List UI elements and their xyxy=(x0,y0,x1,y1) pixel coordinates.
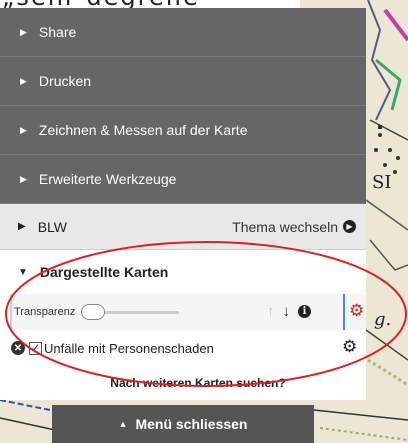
close-menu-label: Menü schliessen xyxy=(135,416,248,432)
menu-item-label: Share xyxy=(38,24,77,40)
displayed-maps-section: ▼ Dargestellte Karten Transparenz ↑ ↓ i … xyxy=(0,250,366,400)
menu-item-label: Erweiterte Werkzeuge xyxy=(38,171,177,187)
circle-arrow-right-icon: ▶ xyxy=(343,220,356,233)
slider-knob[interactable] xyxy=(81,304,106,320)
layer-visibility-checkbox[interactable]: ✓ xyxy=(29,341,42,355)
caret-right-icon: ▶ xyxy=(20,26,27,37)
menu-item-zeichnen-messen[interactable]: ▶ Zeichnen & Messen auf der Karte xyxy=(0,106,366,155)
change-topic-link[interactable]: Thema wechseln ▶ xyxy=(232,219,356,235)
remove-icon[interactable]: ✕ xyxy=(11,341,25,355)
menu-item-label: Zeichnen & Messen auf der Karte xyxy=(38,122,248,138)
caret-right-icon: ▶ xyxy=(20,173,27,184)
caret-up-icon: ▲ xyxy=(118,419,128,429)
topic-row[interactable]: ▶ BLW Thema wechseln ▶ xyxy=(0,204,366,250)
search-more-maps-label: Nach weiteren Karten suchen? xyxy=(110,376,286,390)
arrow-up-icon[interactable]: ↑ xyxy=(267,303,275,320)
gear-icon[interactable]: ⚙ xyxy=(342,338,357,356)
arrow-down-icon[interactable]: ↓ xyxy=(283,303,291,320)
search-more-maps-link[interactable]: Nach weiteren Karten suchen? xyxy=(0,366,366,400)
menu-item-erweiterte-werkzeuge[interactable]: ▶ Erweiterte Werkzeuge xyxy=(0,155,366,204)
caret-right-icon: ▶ xyxy=(20,75,27,86)
close-menu-button[interactable]: ▲ Menü schliessen xyxy=(52,405,314,443)
info-icon[interactable]: i xyxy=(298,305,311,318)
change-topic-label: Thema wechseln xyxy=(232,218,338,235)
menu-item-drucken[interactable]: ▶ Drucken xyxy=(0,57,366,106)
topic-name: BLW xyxy=(37,218,68,235)
top-heading-fragment: „sehr degrelle xyxy=(0,0,300,8)
gear-icon[interactable]: ⚙ xyxy=(349,302,364,320)
map-label-s: SI xyxy=(372,172,392,193)
caret-right-icon: ▶ xyxy=(20,124,27,135)
map-label-g: g. xyxy=(374,309,392,330)
caret-down-icon: ▼ xyxy=(18,266,28,278)
transparency-label: Transparenz xyxy=(14,306,76,318)
transparency-row: Transparenz ↑ ↓ i ⚙ xyxy=(10,294,366,330)
displayed-maps-title: Dargestellte Karten xyxy=(39,264,169,280)
separator-line xyxy=(343,294,345,330)
menu-item-share[interactable]: ▶ Share xyxy=(0,8,366,57)
caret-right-icon: ▶ xyxy=(18,221,26,232)
layer-order-controls: ↑ ↓ i xyxy=(267,303,311,320)
layer-name: Unfälle mit Personenschaden xyxy=(44,340,214,356)
transparency-slider[interactable] xyxy=(81,304,180,320)
menu-item-label: Drucken xyxy=(38,73,92,89)
layer-item: ✕ ✓ Unfälle mit Personenschaden ⚙ xyxy=(0,330,366,366)
displayed-maps-header[interactable]: ▼ Dargestellte Karten xyxy=(0,250,366,294)
menu-panel: ▶ Share ▶ Drucken ▶ Zeichnen & Messen au… xyxy=(0,8,366,400)
